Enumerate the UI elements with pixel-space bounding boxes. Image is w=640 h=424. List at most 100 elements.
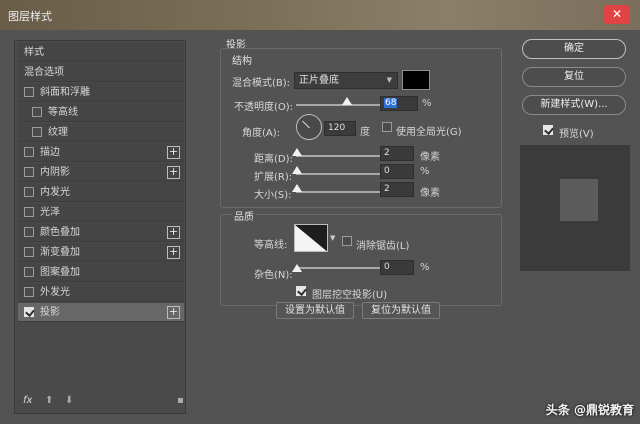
sidebar-item-bevel-emboss[interactable]: 斜面和浮雕 [18,83,184,102]
blend-mode-select[interactable]: 正片叠底 ▼ [294,72,398,89]
add-gradient-overlay-icon[interactable]: + [167,246,180,259]
shadow-color-swatch[interactable] [402,70,430,90]
new-style-button[interactable]: 新建样式(W)... [522,95,626,115]
spread-slider-thumb[interactable] [292,166,302,174]
contour-label: 等高线: [254,240,288,251]
knockout-checkbox[interactable] [296,286,306,296]
sidebar-item-label: 图案叠加 [40,267,80,278]
sidebar-item-label: 投影 [40,307,60,318]
opacity-label: 不透明度(O): [234,102,294,113]
size-slider[interactable] [296,191,380,193]
angle-unit: 度 [360,127,370,138]
sidebar-item-label: 内发光 [40,187,70,198]
fx-icon[interactable]: fx [23,395,32,406]
size-slider-thumb[interactable] [292,184,302,192]
distance-slider[interactable] [296,155,380,157]
noise-slider[interactable] [296,267,380,269]
noise-unit: % [420,262,430,273]
gradient-overlay-checkbox[interactable] [24,247,34,257]
structure-title: 结构 [232,56,252,67]
add-drop-shadow-icon[interactable]: + [167,306,180,319]
preview-label: 预览(V) [559,129,594,140]
opacity-unit: % [422,98,432,109]
add-color-overlay-icon[interactable]: + [167,226,180,239]
distance-input[interactable]: 2 [380,146,414,161]
sidebar-item-blending-options[interactable]: 混合选项 [18,63,184,82]
move-up-icon[interactable]: ⬆ [45,395,53,406]
angle-label: 角度(A): [242,128,281,139]
distance-slider-thumb[interactable] [292,148,302,156]
sidebar-item-color-overlay[interactable]: 颜色叠加 + [18,223,184,242]
sidebar-item-label: 样式 [24,47,44,58]
angle-input[interactable]: 120 [324,121,356,136]
sidebar-item-gradient-overlay[interactable]: 渐变叠加 + [18,243,184,262]
spread-slider[interactable] [296,173,380,175]
sidebar-footer: fx ⬆ ⬇ ▪ [15,391,185,413]
preview-swatch [560,179,598,221]
noise-input[interactable]: 0 [380,260,414,275]
global-light-checkbox[interactable] [382,122,392,132]
sidebar-item-pattern-overlay[interactable]: 图案叠加 [18,263,184,282]
spread-unit: % [420,166,430,177]
angle-dial[interactable] [296,114,322,140]
opacity-slider-thumb[interactable] [342,97,352,105]
inner-shadow-checkbox[interactable] [24,167,34,177]
preview-checkbox[interactable] [543,125,553,135]
sidebar-item-contour[interactable]: 等高线 [18,103,184,122]
contour-picker[interactable] [294,224,328,252]
antialias-label: 消除锯齿(L) [356,241,410,252]
sidebar-item-outer-glow[interactable]: 外发光 [18,283,184,302]
sidebar-item-label: 描边 [40,147,60,158]
dialog-body: 样式 混合选项 斜面和浮雕 等高线 纹理 描边 + 内阴影 + 内发光 光泽 颜… [0,30,640,424]
inner-glow-checkbox[interactable] [24,187,34,197]
outer-glow-checkbox[interactable] [24,287,34,297]
move-down-icon[interactable]: ⬇ [65,395,73,406]
size-input[interactable]: 2 [380,182,414,197]
chevron-down-icon: ▼ [386,76,392,84]
title-bar: 图层样式 ✕ [0,0,640,30]
size-label: 大小(S): [254,190,292,201]
sidebar-item-texture[interactable]: 纹理 [18,123,184,142]
bevel-emboss-checkbox[interactable] [24,87,34,97]
texture-checkbox[interactable] [32,127,42,137]
opacity-value: 68 [384,98,398,108]
sidebar-item-stroke[interactable]: 描边 + [18,143,184,162]
reset-default-button[interactable]: 复位为默认值 [362,302,440,319]
angle-value: 120 [328,123,346,133]
noise-slider-thumb[interactable] [292,264,302,272]
sidebar-item-styles[interactable]: 样式 [18,43,184,62]
distance-unit: 像素 [420,152,440,163]
sidebar-item-label: 纹理 [48,127,68,138]
ok-button[interactable]: 确定 [522,39,626,59]
color-overlay-checkbox[interactable] [24,227,34,237]
spread-label: 扩展(R): [254,172,293,183]
opacity-input[interactable]: 68 [380,96,418,111]
add-inner-shadow-icon[interactable]: + [167,166,180,179]
antialias-checkbox[interactable] [342,236,352,246]
sidebar-item-inner-shadow[interactable]: 内阴影 + [18,163,184,182]
sidebar-item-label: 光泽 [40,207,60,218]
window-title: 图层样式 [8,10,52,23]
style-preview [520,145,630,271]
make-default-button[interactable]: 设置为默认值 [276,302,354,319]
pattern-overlay-checkbox[interactable] [24,267,34,277]
drop-shadow-checkbox[interactable] [24,307,34,317]
stroke-checkbox[interactable] [24,147,34,157]
sidebar-item-drop-shadow[interactable]: 投影 + [18,303,184,322]
sidebar-item-label: 混合选项 [24,67,64,78]
opacity-slider[interactable] [296,104,380,106]
trash-icon[interactable]: ▪ [177,395,184,406]
knockout-label: 图层挖空投影(U) [312,290,388,301]
sidebar-item-satin[interactable]: 光泽 [18,203,184,222]
add-stroke-icon[interactable]: + [167,146,180,159]
sidebar-item-inner-glow[interactable]: 内发光 [18,183,184,202]
close-icon[interactable]: ✕ [604,5,630,24]
blend-mode-value: 正片叠底 [299,75,339,86]
sidebar-item-label: 颜色叠加 [40,227,80,238]
contour-checkbox[interactable] [32,107,42,117]
sidebar-item-label: 渐变叠加 [40,247,80,258]
chevron-down-icon[interactable]: ▼ [330,234,335,242]
spread-input[interactable]: 0 [380,164,414,179]
satin-checkbox[interactable] [24,207,34,217]
reset-button[interactable]: 复位 [522,67,626,87]
